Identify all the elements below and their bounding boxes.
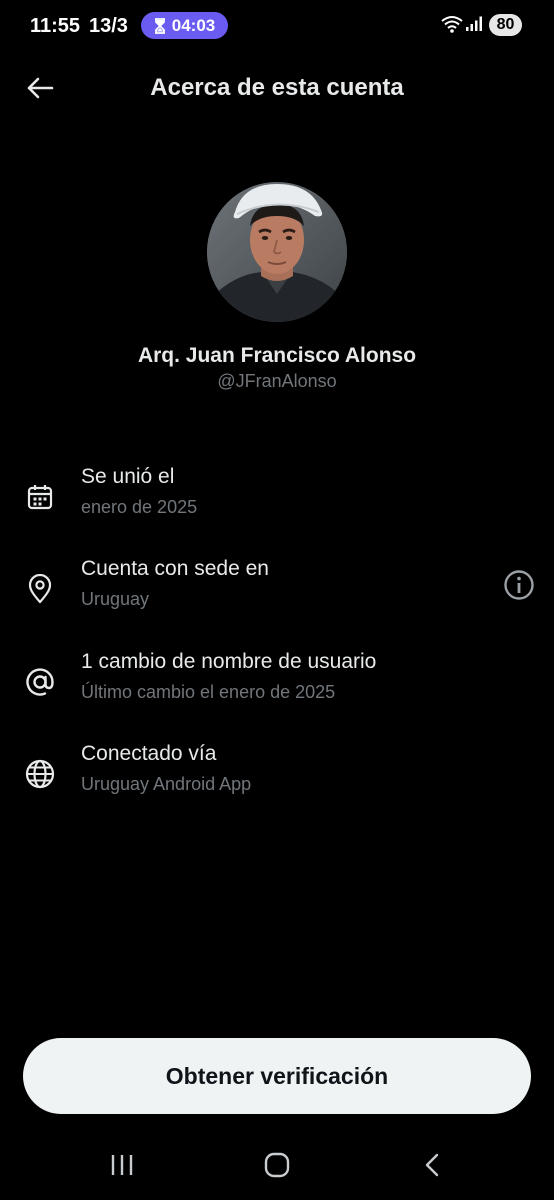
- recent-apps-icon[interactable]: [100, 1148, 144, 1182]
- info-title: Conectado vía: [81, 742, 217, 765]
- info-row-connected-via: Conectado vía Uruguay Android App: [0, 742, 554, 812]
- info-subtitle: enero de 2025: [81, 497, 198, 517]
- hourglass-icon: [154, 17, 166, 34]
- home-icon[interactable]: [255, 1148, 299, 1182]
- avatar: [207, 182, 347, 322]
- page-title: Acerca de esta cuenta: [150, 74, 404, 101]
- info-title: 1 cambio de nombre de usuario: [81, 650, 377, 673]
- status-time: 11:55: [30, 15, 81, 37]
- info-title: Se unió el: [81, 465, 175, 488]
- profile-handle: @JFranAlonso: [217, 371, 337, 391]
- info-subtitle: Último cambio el enero de 2025: [81, 682, 336, 702]
- info-subtitle: Uruguay Android App: [81, 774, 252, 794]
- wifi-icon: [441, 15, 463, 38]
- signal-icon: [466, 16, 484, 37]
- timer-pill[interactable]: 04:03: [141, 12, 228, 39]
- system-nav-bar: [0, 1130, 554, 1200]
- info-icon[interactable]: [502, 568, 536, 602]
- at-sign-icon: [24, 666, 56, 698]
- info-title: Cuenta con sede en: [81, 557, 269, 580]
- globe-icon: [24, 758, 56, 790]
- get-verified-button[interactable]: Obtener verificación: [23, 1038, 531, 1114]
- calendar-icon: [24, 481, 56, 513]
- status-date: 13/3: [89, 15, 128, 37]
- back-chevron-icon[interactable]: [410, 1148, 454, 1182]
- status-bar: 11:55 13/3 04:03 80: [0, 0, 554, 52]
- location-pin-icon: [24, 573, 56, 605]
- battery-indicator: 80: [489, 14, 522, 36]
- profile-name: Arq. Juan Francisco Alonso: [137, 344, 417, 367]
- info-row-joined: Se unió el enero de 2025: [0, 465, 554, 535]
- info-row-username-changes: 1 cambio de nombre de usuario Último cam…: [0, 650, 554, 720]
- timer-value: 04:03: [171, 15, 216, 35]
- info-subtitle: Uruguay: [81, 589, 150, 609]
- info-row-location: Cuenta con sede en Uruguay: [0, 557, 554, 627]
